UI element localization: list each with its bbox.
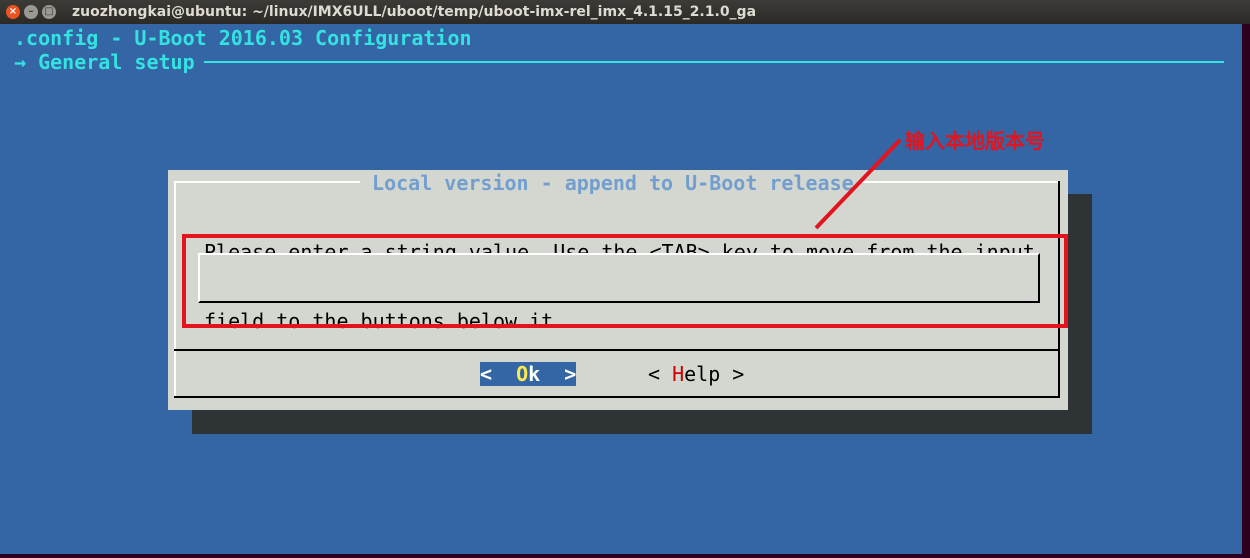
annotation-label: 输入本地版本号 (905, 129, 1045, 153)
annotation-arrow-line (814, 138, 902, 230)
annotation-arrow (814, 138, 902, 230)
